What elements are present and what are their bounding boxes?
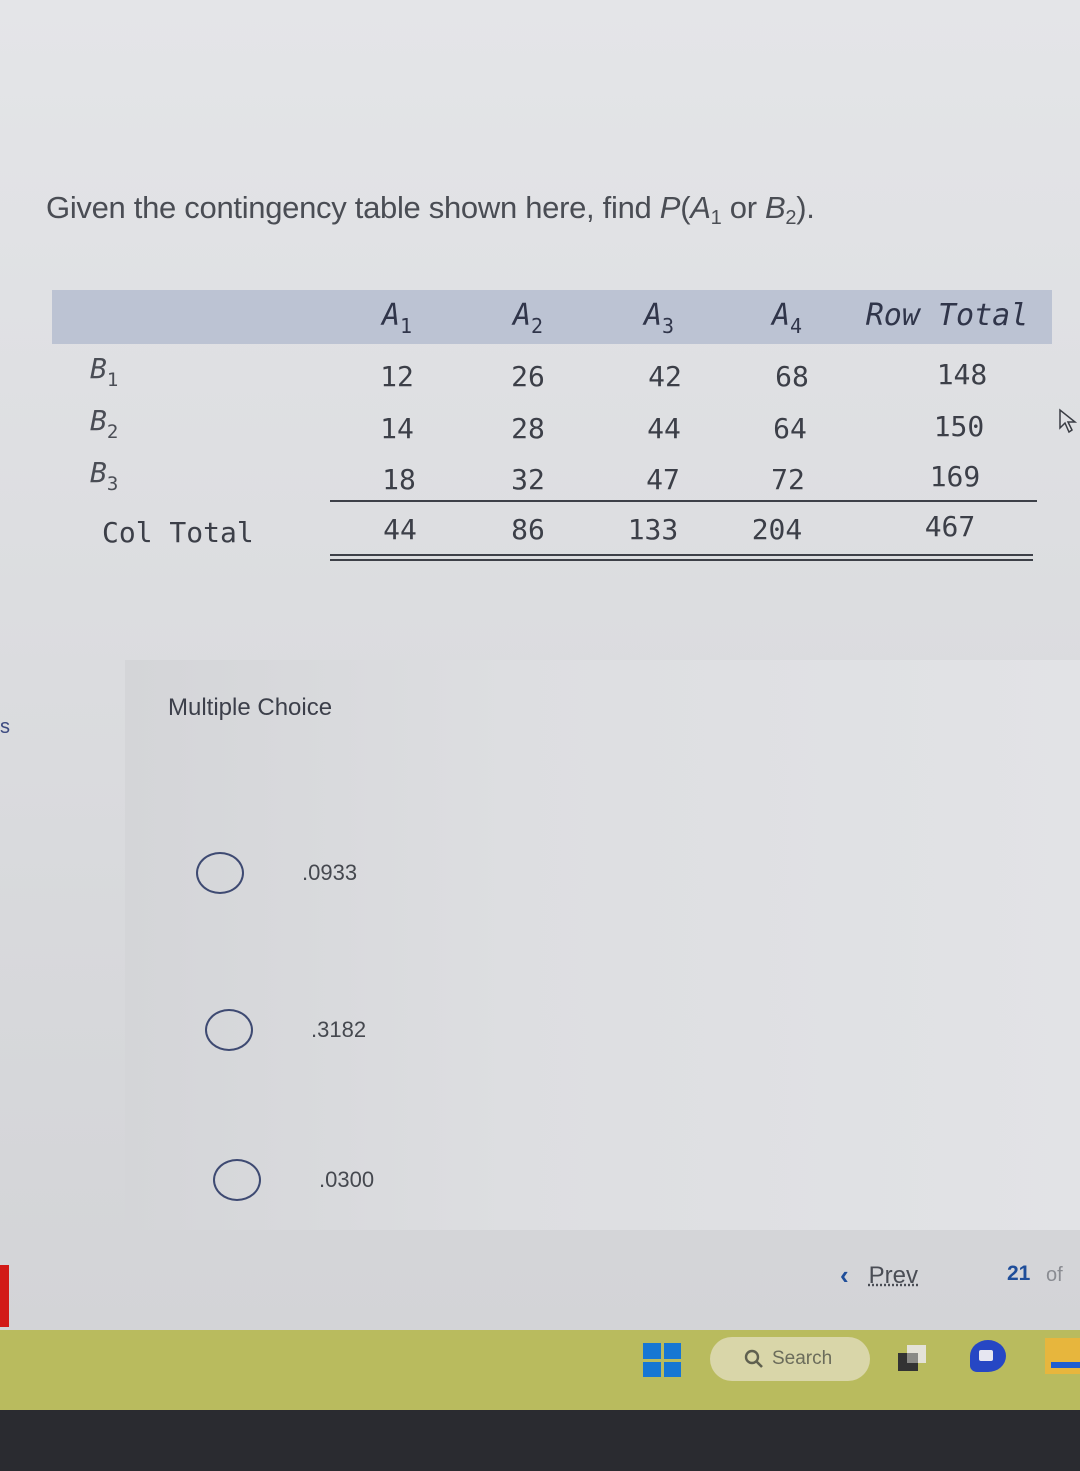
sidebar-text-fragment: s [0, 716, 10, 738]
row-label-b1: B1 [90, 352, 119, 391]
event1-sub: 1 [710, 207, 722, 229]
row-label-b2: B2 [90, 404, 119, 443]
total-double-rule-top [330, 554, 1033, 556]
connector: or [721, 190, 766, 225]
search-label: Search [772, 1348, 833, 1369]
file-explorer-icon[interactable] [1045, 1338, 1080, 1374]
event1: A [690, 190, 711, 225]
choice-label: .3182 [311, 1017, 367, 1042]
col-total-a1: 44 [383, 513, 417, 546]
video-call-app-icon[interactable] [970, 1340, 1006, 1372]
windows-start-icon[interactable] [643, 1343, 681, 1377]
question-suffix: ). [796, 190, 815, 225]
prev-label: Prev [868, 1261, 919, 1289]
col-header-a2: A2 [512, 298, 544, 338]
total-double-rule-bottom [330, 559, 1033, 561]
cell-b3-a1: 18 [382, 463, 416, 496]
col-header-a4: A4 [771, 298, 803, 338]
choice-option-1[interactable]: .0933 [196, 852, 357, 894]
cell-b2-a2: 28 [511, 412, 545, 445]
mouse-cursor-icon [1059, 408, 1078, 434]
cell-b2-a1: 14 [380, 412, 414, 445]
col-total-a4: 204 [751, 513, 803, 546]
cell-b3-a3: 47 [646, 463, 680, 496]
col-total-label: Col Total [102, 516, 254, 549]
event2-sub: 2 [785, 207, 797, 229]
subtotal-rule [330, 500, 1037, 502]
cell-b1-a3: 42 [648, 360, 682, 393]
task-view-icon[interactable] [898, 1345, 926, 1371]
cell-b1-total: 148 [936, 358, 988, 391]
cell-b2-total: 150 [933, 410, 985, 443]
col-header-row-total: Row Total [865, 298, 1029, 333]
col-header-a3: A3 [643, 298, 675, 338]
monitor-bezel [0, 1410, 1080, 1471]
col-total-a3: 133 [627, 513, 679, 546]
prev-button[interactable]: ‹ Prev [840, 1260, 918, 1291]
prob-symbol: P [659, 190, 681, 225]
question-text: Given the contingency table shown here, … [46, 190, 815, 229]
radio-button[interactable] [196, 852, 244, 894]
choice-label: .0933 [302, 860, 358, 885]
chevron-left-icon: ‹ [840, 1260, 849, 1290]
taskbar-search[interactable]: Search [710, 1337, 870, 1381]
page-of-label: of [1046, 1264, 1063, 1286]
multiple-choice-panel [125, 660, 1080, 1230]
multiple-choice-title: Multiple Choice [168, 694, 333, 721]
cell-b3-a2: 32 [511, 463, 545, 496]
col-header-a1: A1 [381, 298, 413, 338]
cell-b3-a4: 72 [771, 463, 805, 496]
screen: Given the contingency table shown here, … [0, 0, 1080, 1330]
red-side-tab[interactable] [0, 1265, 9, 1327]
current-page-number[interactable]: 21 [1007, 1262, 1030, 1286]
cell-b1-a2: 26 [511, 360, 545, 393]
choice-option-3[interactable]: .0300 [213, 1159, 374, 1201]
cell-b2-a4: 64 [773, 412, 807, 445]
cell-b3-total: 169 [929, 460, 981, 493]
question-prefix: Given the contingency table shown here, … [46, 190, 660, 225]
choice-option-2[interactable]: .3182 [205, 1009, 366, 1051]
row-label-b3: B3 [90, 456, 119, 495]
cell-b1-a1: 12 [380, 360, 414, 393]
radio-button[interactable] [213, 1159, 261, 1201]
cell-b1-a4: 68 [775, 360, 809, 393]
choice-label: .0300 [319, 1167, 375, 1192]
search-icon [744, 1349, 763, 1368]
event2: B [765, 190, 786, 225]
col-total-a2: 86 [511, 513, 545, 546]
grand-total: 467 [924, 510, 976, 543]
cell-b2-a3: 44 [647, 412, 681, 445]
radio-button[interactable] [205, 1009, 253, 1051]
